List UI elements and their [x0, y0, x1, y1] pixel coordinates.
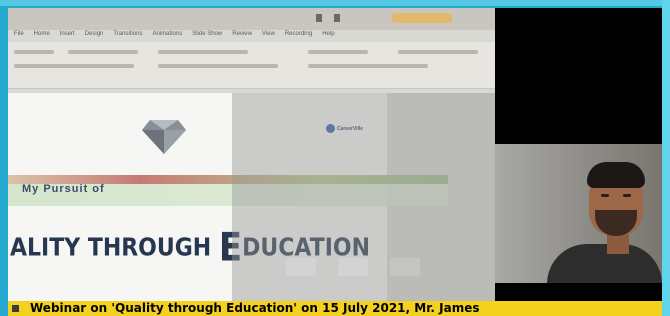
paste-icon[interactable]	[14, 50, 54, 54]
ribbon-tab[interactable]: Recording	[285, 31, 312, 41]
titlebar-controls	[316, 14, 386, 22]
font-group	[158, 64, 278, 68]
paragraph-controls[interactable]	[158, 50, 248, 54]
bullet-icon	[12, 305, 19, 312]
frame-right-edge	[662, 0, 670, 316]
editing-controls[interactable]	[398, 50, 478, 54]
ribbon-toolbar	[8, 42, 495, 89]
paragraph-group	[308, 64, 428, 68]
drawing-controls[interactable]	[308, 50, 368, 54]
ribbon-tab[interactable]: Insert	[60, 31, 75, 41]
mic-icon[interactable]	[334, 14, 340, 22]
presentation-window: File Home Insert Design Transitions Anim…	[8, 8, 495, 308]
slide-subtitle: My Pursuit of	[22, 183, 105, 195]
ribbon-tab[interactable]: Review	[232, 31, 252, 41]
speaker-eye	[601, 194, 609, 197]
ribbon-tab-bar: File Home Insert Design Transitions Anim…	[14, 31, 335, 41]
record-icon[interactable]	[316, 14, 322, 22]
ribbon-tab[interactable]: Help	[322, 31, 334, 41]
video-panel-empty	[495, 8, 662, 144]
caption-text: Webinar on 'Quality through Education' o…	[30, 301, 480, 315]
slide-title-prefix: ALITY THROUGH	[10, 233, 219, 263]
clipboard-group	[14, 64, 134, 68]
webcam-feed[interactable]	[495, 144, 662, 283]
speaker-eye	[623, 194, 631, 197]
overlay-tile[interactable]	[338, 258, 368, 276]
ribbon-tab[interactable]: Slide Show	[192, 31, 222, 41]
overlay-tile[interactable]	[390, 258, 420, 276]
overlay-tile[interactable]	[286, 258, 316, 276]
frame-top-edge	[0, 0, 670, 6]
ribbon-tab[interactable]: Design	[85, 31, 104, 41]
ribbon-tab[interactable]: Transitions	[113, 31, 142, 41]
ribbon-tab[interactable]: Home	[34, 31, 50, 41]
diamond-icon	[142, 120, 186, 154]
ribbon-tab[interactable]: File	[14, 31, 24, 41]
overlay-tiles	[276, 248, 436, 296]
speaker-hair	[587, 162, 645, 188]
ribbon-tab[interactable]: View	[262, 31, 275, 41]
ribbon-tab[interactable]: Animations	[153, 31, 183, 41]
window-titlebar	[8, 8, 495, 30]
font-controls[interactable]	[68, 50, 138, 54]
share-button[interactable]	[392, 13, 452, 23]
caption-bar: Webinar on 'Quality through Education' o…	[8, 301, 662, 316]
